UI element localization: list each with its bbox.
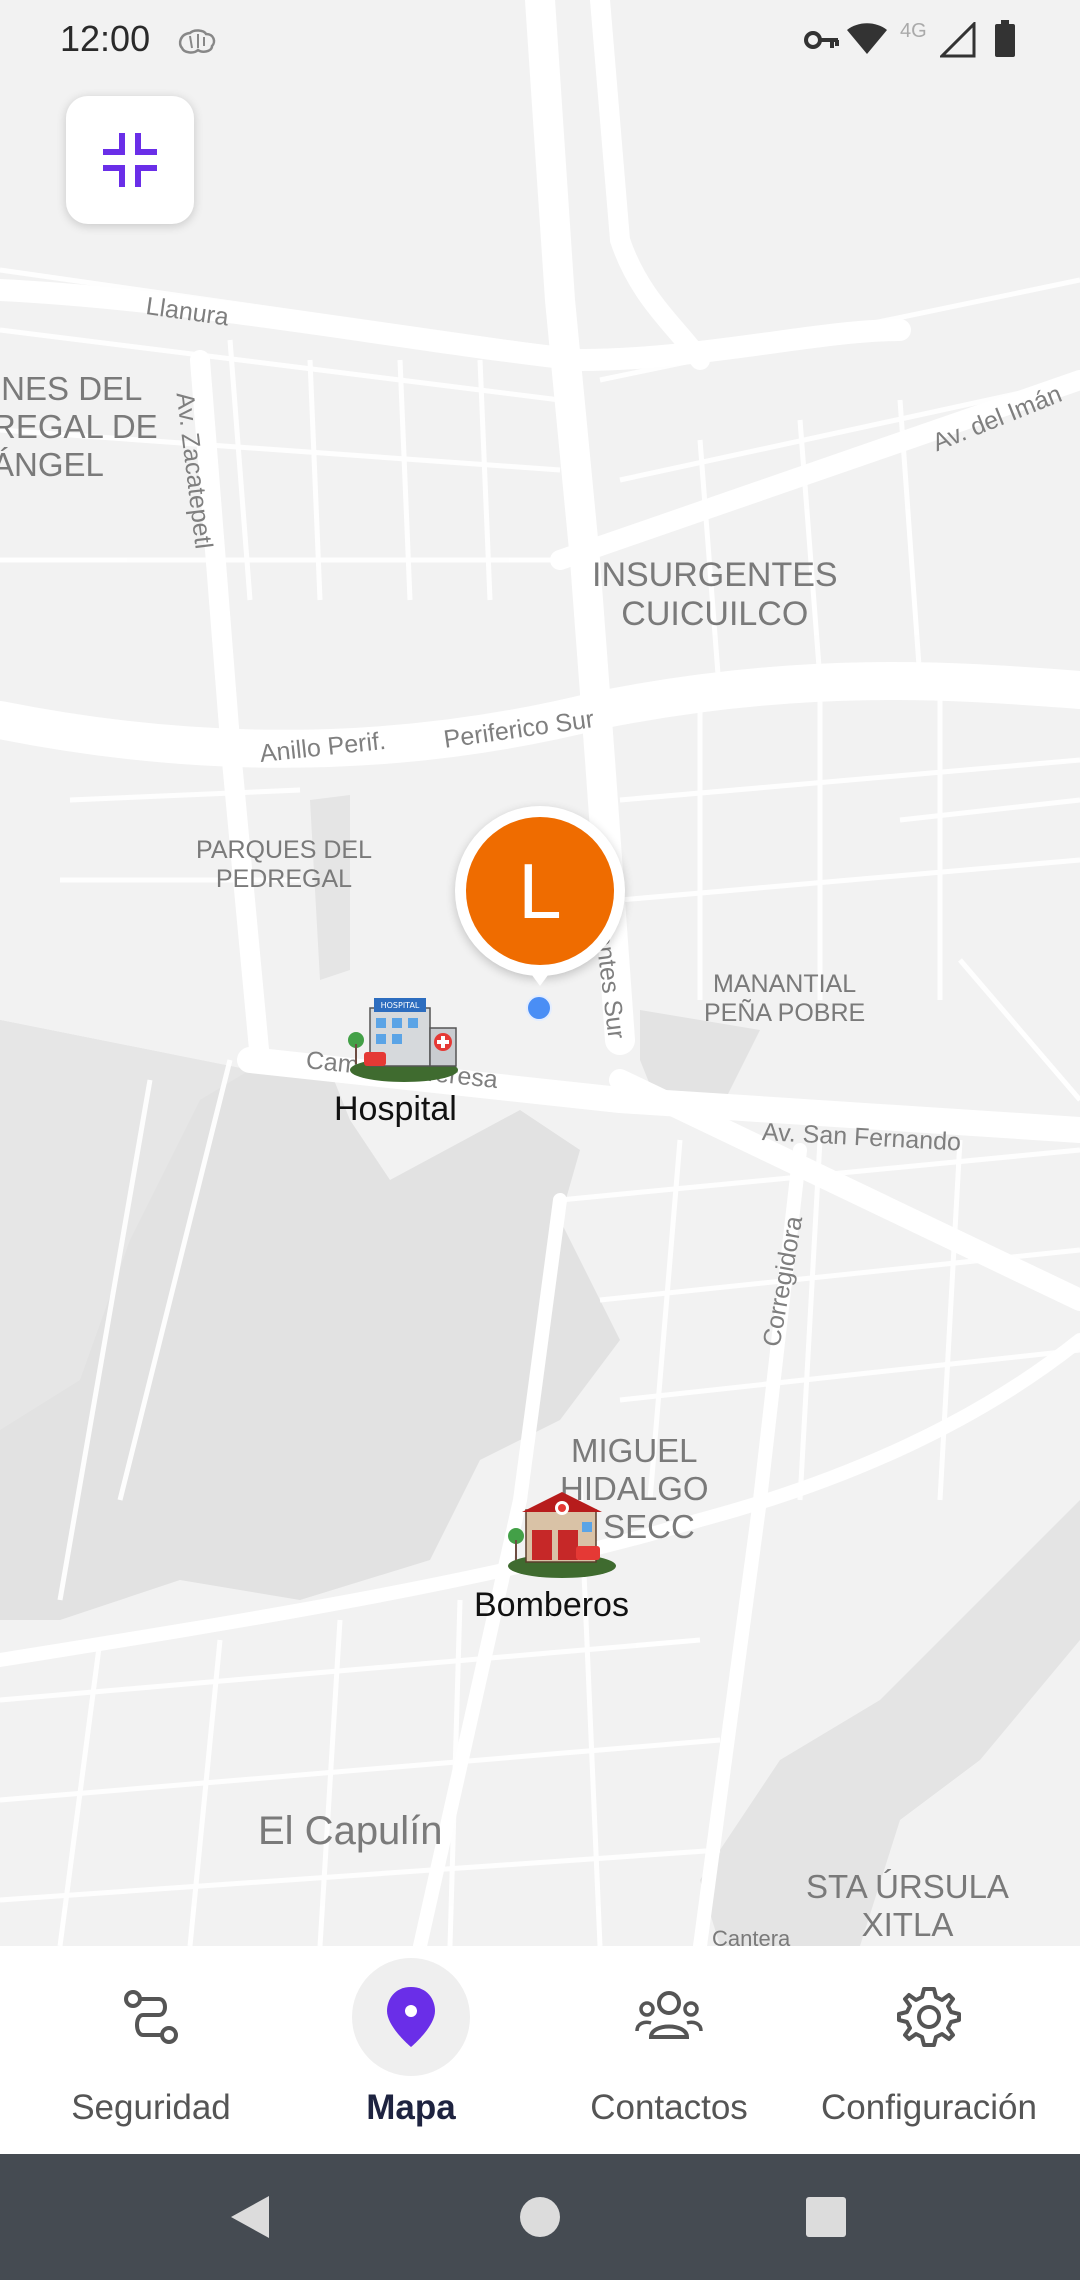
user-avatar-marker[interactable]: L [455,806,625,1006]
back-button[interactable] [190,2154,310,2280]
nav-label: Mapa [366,2088,456,2127]
nav-item-mapa[interactable]: Mapa [276,1946,546,2154]
contacts-icon [635,1991,703,2039]
back-icon [231,2196,269,2238]
wifi-icon [847,23,887,54]
neighborhood-label: STA ÚRSULA XITLA [806,1868,1009,1943]
nav-item-contactos[interactable]: Contactos [534,1946,804,2154]
hospital-icon: HOSPITAL [348,998,458,1082]
neighborhood-label: El Capulín [258,1809,443,1853]
nav-label: Seguridad [71,2088,231,2127]
status-bar: 12:00 4G [0,0,1080,80]
home-button[interactable] [480,2154,600,2280]
neighborhood-label: INSURGENTES CUICUILCO [592,556,838,634]
battery-icon [995,20,1015,57]
poi-bomberos[interactable]: Bomberos [474,1490,629,1624]
home-icon [520,2197,560,2237]
poi-label: Bomberos [474,1586,629,1624]
fullscreen-exit-icon [103,133,157,187]
map-pin-icon [387,1987,435,2047]
poi-hospital[interactable]: HOSPITAL Hospital [334,994,462,1128]
neighborhood-label: INES DEL REGAL DE ÁNGEL [0,370,158,483]
user-initial: L [466,817,614,965]
nav-item-configuracion[interactable]: Configuración [794,1946,1064,2154]
collapse-map-button[interactable] [66,96,194,224]
signal-icon [940,22,976,58]
status-time: 12:00 [60,18,151,59]
key-icon [804,31,839,49]
recents-button[interactable] [766,2154,886,2280]
system-navigation-bar [0,2154,1080,2280]
brain-icon [178,29,216,54]
network-type: 4G [900,20,927,42]
nav-item-seguridad[interactable]: Seguridad [16,1946,286,2154]
poi-label: Hospital [334,1090,457,1128]
neighborhood-label: PARQUES DEL PEDREGAL [196,836,372,893]
neighborhood-label: MANANTIAL PEÑA POBRE [704,970,866,1027]
map-view[interactable]: INES DEL REGAL DE ÁNGEL INSURGENTES CUIC… [0,0,1080,1946]
nav-label: Configuración [821,2088,1037,2127]
fire-station-icon [508,1492,616,1578]
bottom-navigation: Seguridad Mapa Contactos Configuración [0,1946,1080,2154]
svg-text:HOSPITAL: HOSPITAL [381,1001,420,1010]
nav-label: Contactos [590,2088,748,2127]
neighborhood-label: Cantera [712,1926,791,1946]
recents-icon [806,2197,846,2237]
gear-icon [897,1987,961,2047]
route-icon [124,1990,178,2044]
